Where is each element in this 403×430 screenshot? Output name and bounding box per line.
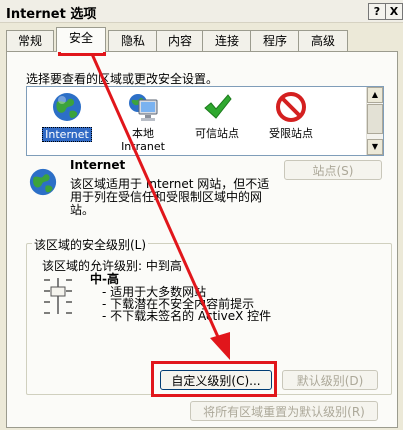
annotation-arrow	[90, 53, 230, 360]
tab-security[interactable]: 安全	[56, 27, 106, 52]
